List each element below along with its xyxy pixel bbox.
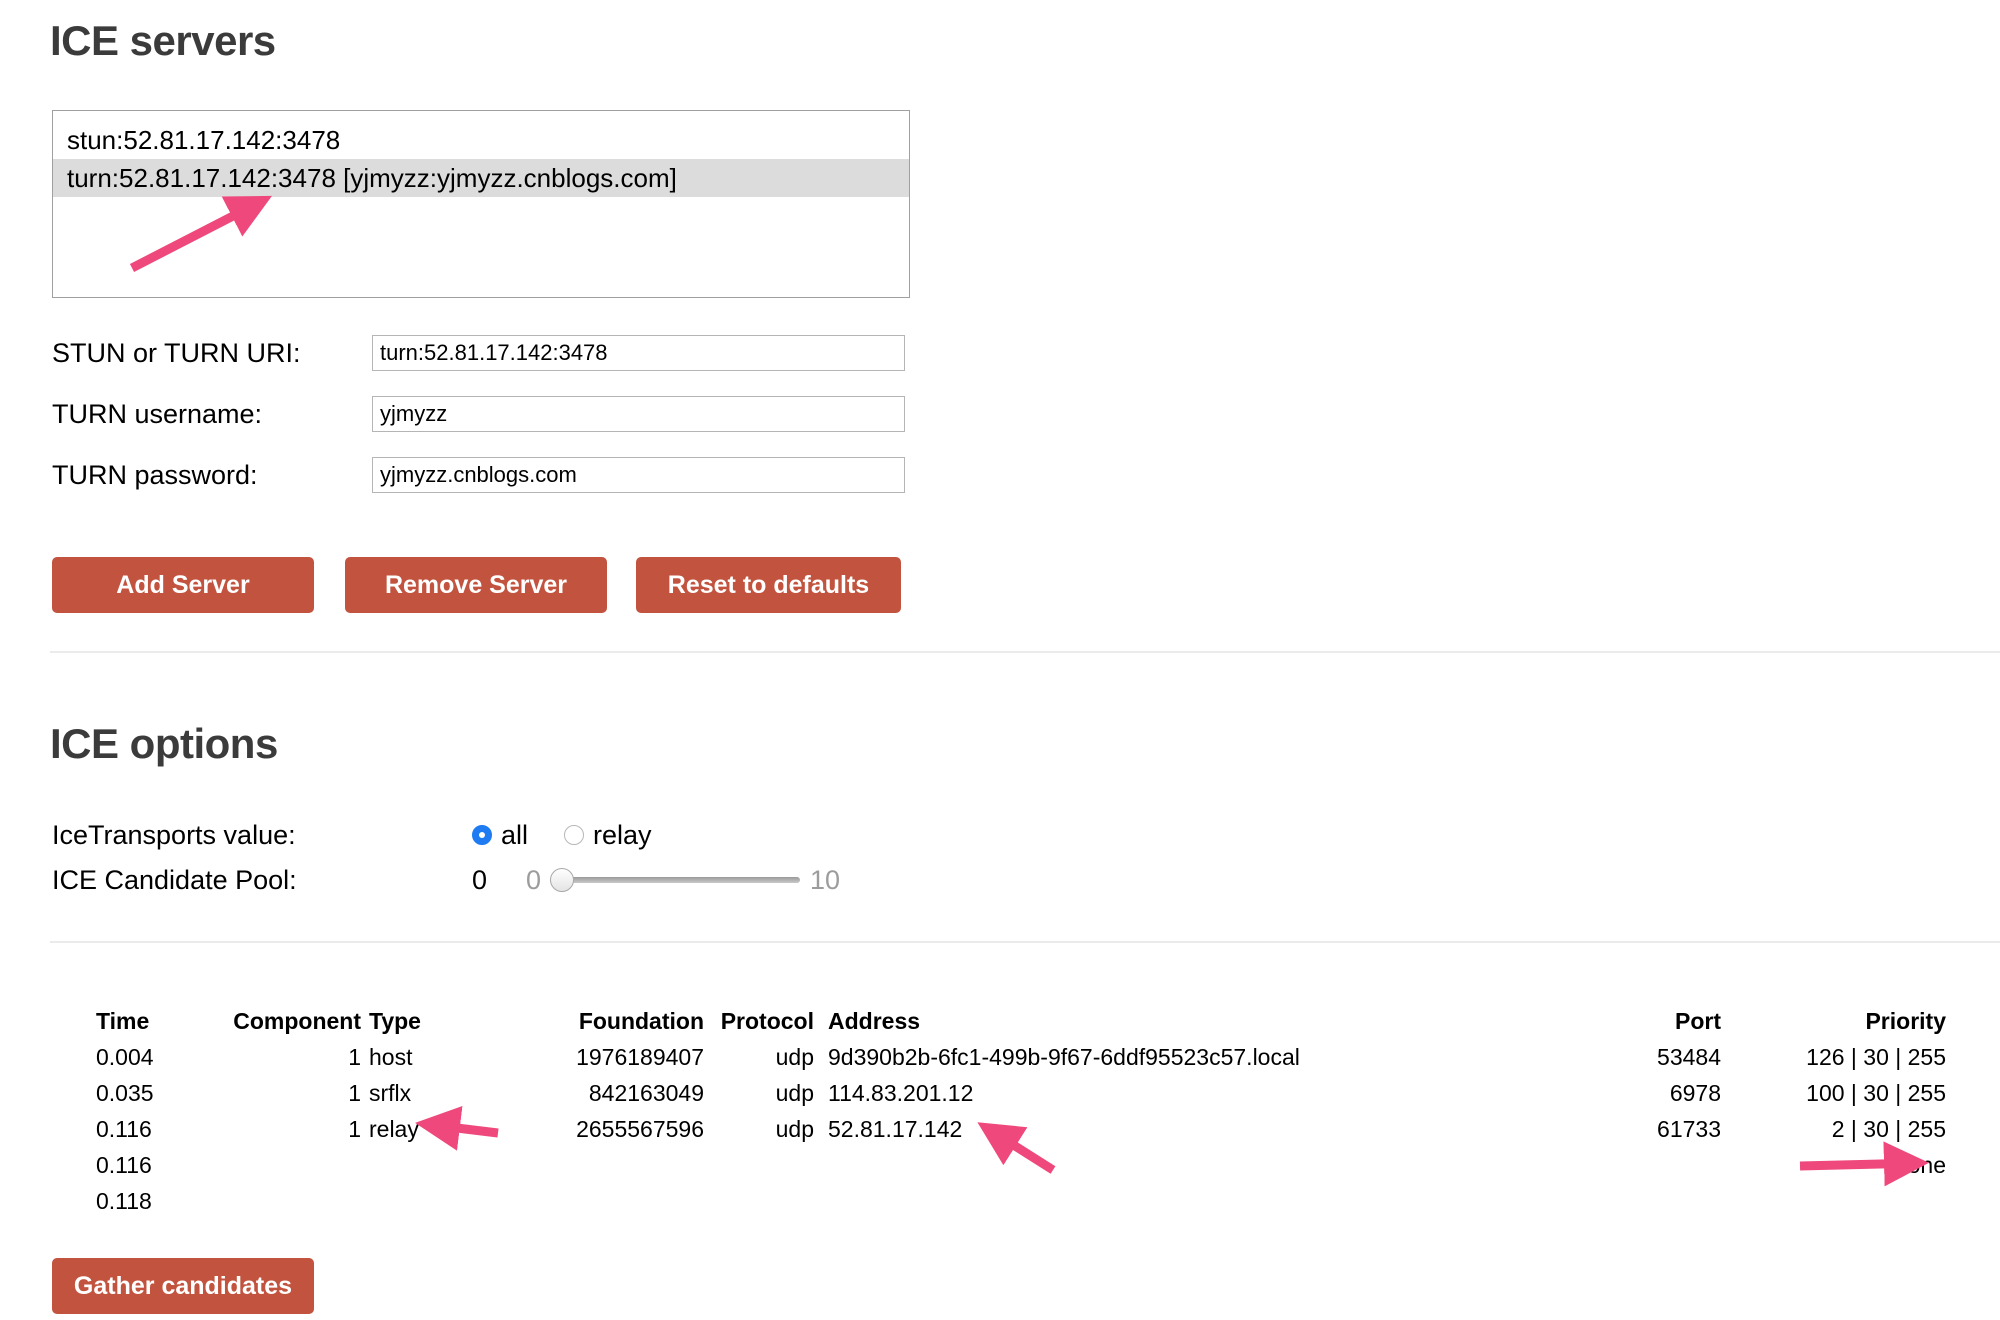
turn-password-input[interactable] (372, 457, 905, 493)
cell-address (814, 1188, 1571, 1224)
cell-type (361, 1152, 449, 1188)
stun-turn-uri-input[interactable] (372, 335, 905, 371)
cell-status-done: Done (1721, 1152, 1976, 1188)
pool-min-label: 0 (526, 865, 541, 896)
cell-priority: 126 | 30 | 255 (1721, 1044, 1976, 1080)
list-item[interactable]: stun:52.81.17.142:3478 (53, 121, 909, 159)
turn-username-row: TURN username: (52, 393, 905, 435)
turn-username-label: TURN username: (52, 399, 372, 430)
list-item[interactable]: turn:52.81.17.142:3478 [yjmyzz:yjmyzz.cn… (53, 159, 909, 197)
cell-protocol: udp (704, 1080, 814, 1116)
column-header-foundation: Foundation (449, 1008, 704, 1044)
column-header-component: Component (206, 1008, 361, 1044)
cell-time: 0.116 (96, 1116, 206, 1152)
cell-time: 0.035 (96, 1080, 206, 1116)
radio-label-all: all (501, 820, 528, 851)
cell-port (1571, 1188, 1721, 1224)
pool-max-label: 10 (810, 865, 840, 896)
ice-candidates-table: Time Component Type Foundation Protocol … (96, 1008, 1976, 1224)
ice-candidate-pool-row: ICE Candidate Pool: 0 0 10 (52, 860, 840, 900)
ice-options-heading: ICE options (50, 720, 278, 768)
cell-time: 0.004 (96, 1044, 206, 1080)
cell-port: 53484 (1571, 1044, 1721, 1080)
cell-time: 0.116 (96, 1152, 206, 1188)
gather-candidates-button[interactable]: Gather candidates (52, 1258, 314, 1314)
pool-current-value: 0 (472, 865, 526, 896)
ice-settings-page: ICE servers stun:52.81.17.142:3478 turn:… (0, 0, 2000, 1320)
column-header-protocol: Protocol (704, 1008, 814, 1044)
column-header-address: Address (814, 1008, 1571, 1044)
ice-candidate-pool-label: ICE Candidate Pool: (52, 865, 472, 896)
cell-foundation: 1976189407 (449, 1044, 704, 1080)
cell-component (206, 1188, 361, 1224)
table-row: 0.004 1 host 1976189407 udp 9d390b2b-6fc… (96, 1044, 1976, 1080)
stun-turn-uri-label: STUN or TURN URI: (52, 338, 372, 369)
column-header-port: Port (1571, 1008, 1721, 1044)
column-header-priority: Priority (1721, 1008, 1976, 1044)
cell-component (206, 1152, 361, 1188)
cell-protocol (704, 1188, 814, 1224)
radio-option-relay[interactable]: relay (564, 820, 652, 851)
cell-foundation (449, 1152, 704, 1188)
add-server-button[interactable]: Add Server (52, 557, 314, 613)
cell-port: 61733 (1571, 1116, 1721, 1152)
reset-to-defaults-button[interactable]: Reset to defaults (636, 557, 901, 613)
ice-servers-listbox[interactable]: stun:52.81.17.142:3478 turn:52.81.17.142… (52, 110, 910, 298)
cell-foundation: 2655567596 (449, 1116, 704, 1152)
cell-address: 114.83.201.12 (814, 1080, 1571, 1116)
table-row: 0.118 (96, 1188, 1976, 1224)
table-row: 0.116 1 relay 2655567596 udp 52.81.17.14… (96, 1116, 1976, 1152)
cell-type: host (361, 1044, 449, 1080)
ice-transports-label: IceTransports value: (52, 820, 472, 851)
turn-password-label: TURN password: (52, 460, 372, 491)
cell-type: srflx (361, 1080, 449, 1116)
ice-candidate-pool-control[interactable]: 0 0 10 (472, 865, 840, 896)
section-divider (50, 941, 2000, 943)
stun-turn-uri-row: STUN or TURN URI: (52, 332, 905, 374)
cell-foundation (449, 1188, 704, 1224)
cell-address: 52.81.17.142 (814, 1116, 1571, 1152)
cell-component: 1 (206, 1116, 361, 1152)
turn-password-row: TURN password: (52, 454, 905, 496)
cell-type: relay (361, 1116, 449, 1152)
radio-icon[interactable] (472, 825, 492, 845)
radio-label-relay: relay (593, 820, 652, 851)
table-header-row: Time Component Type Foundation Protocol … (96, 1008, 1976, 1044)
cell-priority: 2 | 30 | 255 (1721, 1116, 1976, 1152)
cell-priority (1721, 1188, 1976, 1224)
cell-address (814, 1152, 1571, 1188)
ice-transports-radio-group[interactable]: all relay (472, 820, 688, 851)
cell-type (361, 1188, 449, 1224)
ice-transports-row: IceTransports value: all relay (52, 815, 688, 855)
section-divider (50, 651, 2000, 653)
cell-component: 1 (206, 1080, 361, 1116)
cell-protocol: udp (704, 1044, 814, 1080)
table-row: 0.035 1 srflx 842163049 udp 114.83.201.1… (96, 1080, 1976, 1116)
remove-server-button[interactable]: Remove Server (345, 557, 607, 613)
cell-priority: 100 | 30 | 255 (1721, 1080, 1976, 1116)
cell-port (1571, 1152, 1721, 1188)
cell-foundation: 842163049 (449, 1080, 704, 1116)
cell-port: 6978 (1571, 1080, 1721, 1116)
column-header-type: Type (361, 1008, 449, 1044)
radio-icon[interactable] (564, 825, 584, 845)
cell-component: 1 (206, 1044, 361, 1080)
ice-servers-heading: ICE servers (50, 17, 276, 65)
radio-option-all[interactable]: all (472, 820, 528, 851)
cell-protocol (704, 1152, 814, 1188)
cell-time: 0.118 (96, 1188, 206, 1224)
slider-thumb[interactable] (550, 868, 574, 892)
cell-address: 9d390b2b-6fc1-499b-9f67-6ddf95523c57.loc… (814, 1044, 1571, 1080)
cell-protocol: udp (704, 1116, 814, 1152)
turn-username-input[interactable] (372, 396, 905, 432)
pool-slider[interactable] (550, 868, 800, 892)
column-header-time: Time (96, 1008, 206, 1044)
table-row: 0.116 Done (96, 1152, 1976, 1188)
